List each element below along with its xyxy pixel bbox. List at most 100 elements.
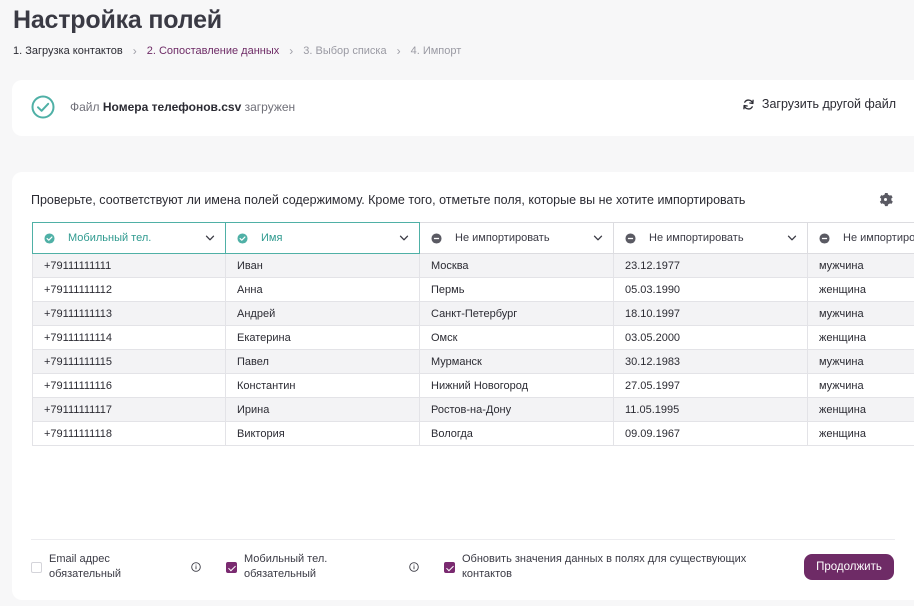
table-cell: женщина bbox=[808, 398, 914, 422]
table-cell: мужчина bbox=[808, 350, 914, 374]
option-email-required[interactable]: Email адрес обязательный bbox=[31, 552, 121, 582]
column-mapping-select-0[interactable]: Мобильный тел. bbox=[32, 222, 226, 254]
minus-circle-icon bbox=[625, 232, 636, 244]
column-mapping-select-4[interactable]: Не импортировать bbox=[808, 222, 914, 254]
mapping-instruction: Проверьте, соответствуют ли имена полей … bbox=[31, 193, 746, 207]
page-title: Настройка полей bbox=[13, 6, 222, 34]
column-mapping-label: Имя bbox=[261, 232, 283, 244]
table-cell: 30.12.1983 bbox=[614, 350, 808, 374]
column-mapping-label: Мобильный тел. bbox=[68, 232, 152, 244]
table-cell: Омск bbox=[420, 326, 614, 350]
table-cell: 05.03.1990 bbox=[614, 278, 808, 302]
table-cell: мужчина bbox=[808, 374, 914, 398]
check-circle-icon bbox=[31, 95, 55, 119]
table-cell: Виктория bbox=[226, 422, 420, 446]
chevron-down-icon bbox=[399, 235, 409, 241]
table-cell: женщина bbox=[808, 422, 914, 446]
phone-required-checkbox[interactable] bbox=[226, 561, 237, 573]
table-cell: Вологда bbox=[420, 422, 614, 446]
preview-table: Мобильный тел. Имя Не импортировать Не импо… bbox=[32, 222, 914, 449]
column-mapping-label: Не импортировать bbox=[843, 232, 914, 244]
info-icon[interactable] bbox=[191, 562, 201, 572]
table-cell: Андрей bbox=[226, 302, 420, 326]
upload-another-file-label: Загрузить другой файл bbox=[761, 97, 896, 111]
file-status-prefix: Файл bbox=[70, 100, 100, 114]
table-cell: Иван bbox=[226, 254, 420, 278]
table-cell: Нижний Новогород bbox=[420, 374, 614, 398]
table-cell: +79111111117 bbox=[32, 398, 226, 422]
option-update-existing[interactable]: Обновить значения данных в полях для сущ… bbox=[444, 552, 746, 582]
column-mapping-select-1[interactable]: Имя bbox=[226, 222, 420, 254]
table-cell: Екатерина bbox=[226, 326, 420, 350]
table-row: +79111111111 Иван Москва 23.12.1977 мужчина bbox=[32, 254, 914, 278]
refresh-icon bbox=[743, 98, 754, 110]
field-mapping-card: Проверьте, соответствуют ли имена полей … bbox=[12, 172, 914, 600]
table-cell: 23.12.1977 bbox=[614, 254, 808, 278]
email-required-label: Email адрес обязательный bbox=[49, 553, 121, 580]
file-status-text: Файл Номера телефонов.csv загружен bbox=[70, 100, 295, 114]
table-cell: 03.05.2000 bbox=[614, 326, 808, 350]
table-cell: +79111111118 bbox=[32, 422, 226, 446]
table-cell: Ростов-на-Дону bbox=[420, 398, 614, 422]
table-row: +79111111115 Павел Мурманск 30.12.1983 мужчи… bbox=[32, 350, 914, 374]
table-cell: +79111111115 bbox=[32, 350, 226, 374]
breadcrumb-step-upload[interactable]: 1. Загрузка контактов bbox=[13, 45, 123, 57]
footer-divider bbox=[31, 539, 895, 540]
info-icon[interactable] bbox=[409, 562, 419, 572]
breadcrumb-step-list: 3. Выбор списка bbox=[303, 45, 387, 57]
table-cell: женщина bbox=[808, 326, 914, 350]
email-required-checkbox[interactable] bbox=[31, 561, 42, 573]
table-cell: Москва bbox=[420, 254, 614, 278]
check-circle-icon bbox=[44, 232, 55, 244]
table-cell: +79111111113 bbox=[32, 302, 226, 326]
table-cell: +79111111114 bbox=[32, 326, 226, 350]
table-header: Мобильный тел. Имя Не импортировать Не импо… bbox=[32, 222, 914, 254]
file-status-suffix: загружен bbox=[244, 100, 296, 114]
breadcrumb: 1. Загрузка контактов › 2. Сопоставление… bbox=[13, 44, 461, 58]
table-cell: 11.05.1995 bbox=[614, 398, 808, 422]
table-cell: мужчина bbox=[808, 302, 914, 326]
update-existing-label: Обновить значения данных в полях для сущ… bbox=[462, 553, 747, 580]
table-row: +79111111117 Ирина Ростов-на-Дону 11.05.199… bbox=[32, 398, 914, 422]
chevron-right-icon: › bbox=[396, 44, 401, 58]
column-mapping-select-2[interactable]: Не импортировать bbox=[420, 222, 614, 254]
update-existing-checkbox[interactable] bbox=[444, 561, 455, 573]
minus-circle-icon bbox=[819, 232, 830, 244]
table-cell: +79111111111 bbox=[32, 254, 226, 278]
table-cell: +79111111116 bbox=[32, 374, 226, 398]
table-cell: 27.05.1997 bbox=[614, 374, 808, 398]
column-mapping-label: Не импортировать bbox=[455, 232, 550, 244]
chevron-down-icon bbox=[205, 235, 215, 241]
table-cell: женщина bbox=[808, 278, 914, 302]
check-circle-icon bbox=[237, 232, 248, 244]
breadcrumb-step-import: 4. Импорт bbox=[410, 45, 462, 57]
phone-required-label: Мобильный тел. обязательный bbox=[244, 553, 328, 580]
breadcrumb-step-mapping[interactable]: 2. Сопоставление данных bbox=[147, 45, 280, 57]
gear-icon[interactable] bbox=[878, 192, 893, 207]
column-mapping-select-3[interactable]: Не импортировать bbox=[614, 222, 808, 254]
upload-another-file-button[interactable]: Загрузить другой файл bbox=[742, 97, 896, 111]
table-cell: Ирина bbox=[226, 398, 420, 422]
file-upload-card: Файл Номера телефонов.csv загружен Загру… bbox=[12, 80, 914, 136]
continue-button[interactable]: Продолжить bbox=[804, 554, 894, 580]
table-cell: Мурманск bbox=[420, 350, 614, 374]
table-row: +79111111114 Екатерина Омск 03.05.2000 женщи… bbox=[32, 326, 914, 350]
table-cell: Анна bbox=[226, 278, 420, 302]
table-row: +79111111116 Константин Нижний Новогород 27… bbox=[32, 374, 914, 398]
table-row: +79111111112 Анна Пермь 05.03.1990 женщина bbox=[32, 278, 914, 302]
table-cell: Санкт-Петербург bbox=[420, 302, 614, 326]
chevron-right-icon: › bbox=[289, 44, 294, 58]
chevron-down-icon bbox=[787, 235, 797, 241]
option-phone-required[interactable]: Мобильный тел. обязательный bbox=[226, 552, 327, 582]
table-cell: 09.09.1967 bbox=[614, 422, 808, 446]
table-cell: 18.10.1997 bbox=[614, 302, 808, 326]
table-cell: Константин bbox=[226, 374, 420, 398]
table-cell: Пермь bbox=[420, 278, 614, 302]
table-row: +79111111118 Виктория Вологда 09.09.1967 жен… bbox=[32, 422, 914, 446]
chevron-down-icon bbox=[593, 235, 603, 241]
column-mapping-label: Не импортировать bbox=[649, 232, 744, 244]
chevron-right-icon: › bbox=[132, 44, 137, 58]
table-cell: +79111111112 bbox=[32, 278, 226, 302]
table-cell: мужчина bbox=[808, 254, 914, 278]
minus-circle-icon bbox=[431, 232, 442, 244]
